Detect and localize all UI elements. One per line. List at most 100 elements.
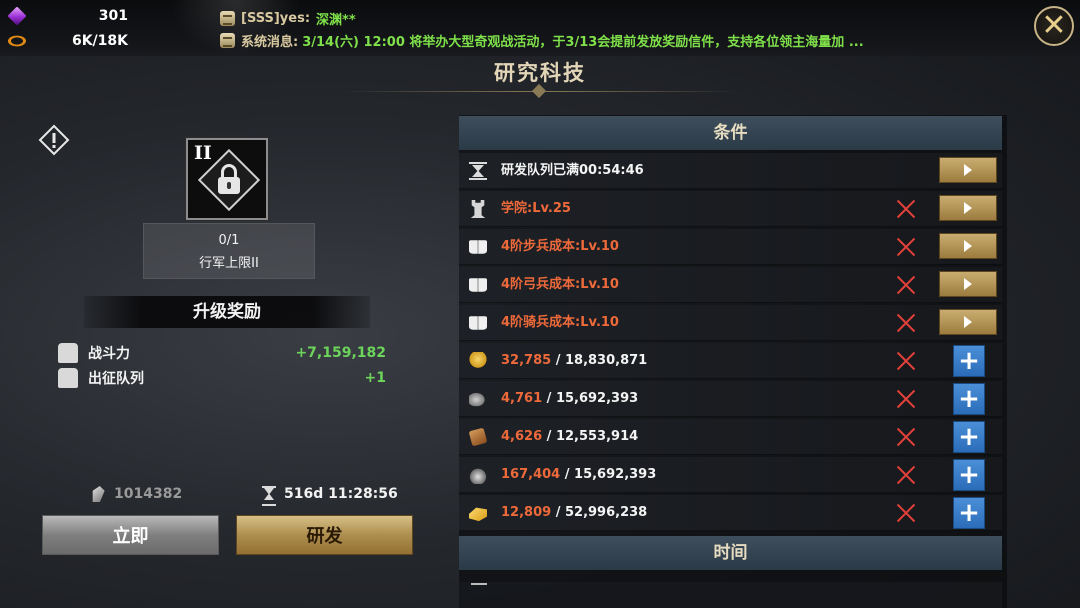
go-button[interactable]	[939, 233, 997, 259]
go-button[interactable]	[939, 157, 997, 183]
condition-label: 研发队列已满00:54:46	[501, 163, 644, 178]
wood-icon	[468, 427, 488, 447]
resource-have: 167,404	[501, 467, 561, 482]
conditions-header: 条件	[459, 116, 1002, 150]
instant-button[interactable]: 立即	[42, 515, 219, 555]
condition-row: 4阶骑兵成本:Lv.10	[459, 305, 1002, 341]
condition-text: 167,404 / 15,692,393	[501, 457, 656, 493]
chat-scroll-icon	[220, 10, 235, 26]
resource-need: 18,830,871	[564, 353, 648, 368]
reward-power: 战斗力 +7,159,182	[58, 342, 386, 364]
resource-separator: /	[551, 353, 565, 368]
add-resource-button[interactable]: +	[953, 345, 985, 377]
resource-separator: /	[542, 429, 556, 444]
close-icon: ✕	[1041, 8, 1067, 43]
tech-progress: 0/1	[218, 233, 240, 248]
book-icon	[469, 316, 487, 330]
arrow-right-icon	[964, 202, 972, 214]
go-button[interactable]	[939, 195, 997, 221]
close-button[interactable]: ✕	[1034, 6, 1074, 46]
tech-tier: II	[194, 142, 212, 164]
resource-have: 32,785	[501, 353, 552, 368]
hourglass-icon	[471, 583, 487, 589]
lock-keyhole	[227, 182, 231, 189]
resource-have: 12,809	[501, 505, 552, 520]
chat-message[interactable]: [SSS]yes: 深渊**	[220, 8, 356, 28]
book-icon	[469, 278, 487, 292]
resource-need: 12,553,914	[555, 429, 639, 444]
hourglass-icon	[262, 486, 276, 506]
add-resource-button[interactable]: +	[953, 459, 985, 491]
research-button[interactable]: 研发	[236, 515, 413, 555]
reward-march-queue: 出征队列 +1	[58, 367, 386, 389]
stone-cost: 1014382	[114, 486, 183, 502]
unmet-cross-icon	[894, 501, 918, 525]
resource-need: 52,996,238	[564, 505, 648, 520]
condition-text: 研发队列已满00:54:46	[501, 153, 644, 189]
gold-march-count: 6K/18K	[71, 33, 128, 49]
condition-row: 12,809 / 52,996,238 +	[459, 495, 1002, 531]
add-resource-button[interactable]: +	[953, 497, 985, 529]
unmet-cross-icon	[894, 349, 918, 373]
resource-need: 15,692,393	[555, 391, 639, 406]
condition-label: 4阶弓兵成本:Lv.10	[501, 277, 619, 292]
unmet-cross-icon	[894, 425, 918, 449]
condition-row: 167,404 / 15,692,393 +	[459, 457, 1002, 493]
condition-row: 32,785 / 18,830,871 +	[459, 343, 1002, 379]
arrow-right-icon	[964, 316, 972, 328]
top-bar: 301 6K/18K [SSS]yes: 深渊** 系统消息: 3/14(六) …	[0, 0, 1080, 56]
condition-label: 学院:Lv.25	[501, 201, 571, 216]
tech-icon-frame[interactable]: II	[186, 138, 268, 220]
system-label: 系统消息:	[241, 34, 299, 50]
instant-cost: 1014382	[92, 484, 182, 504]
unmet-cross-icon	[894, 197, 918, 221]
stone-icon	[90, 486, 105, 502]
hourglass-icon	[469, 162, 487, 180]
condition-text: 4阶步兵成本:Lv.10	[501, 229, 619, 265]
reward-label: 出征队列	[88, 371, 144, 387]
resource-have: 4,761	[501, 391, 543, 406]
tower-icon	[470, 200, 486, 218]
condition-label: 4阶骑兵成本:Lv.10	[501, 315, 619, 330]
ore-icon	[469, 391, 487, 407]
warning-icon[interactable]	[38, 124, 70, 156]
condition-text: 学院:Lv.25	[501, 191, 571, 227]
add-resource-button[interactable]: +	[953, 383, 985, 415]
resource-separator: /	[560, 467, 575, 482]
condition-label: 4阶步兵成本:Lv.10	[501, 239, 619, 254]
research-time: 516d 11:28:56	[262, 484, 398, 506]
condition-text: 4阶骑兵成本:Lv.10	[501, 305, 619, 341]
condition-row: 4,761 / 15,692,393 +	[459, 381, 1002, 417]
unmet-cross-icon	[894, 273, 918, 297]
reward-value: +7,159,182	[295, 345, 386, 361]
unmet-cross-icon	[894, 311, 918, 335]
go-button[interactable]	[939, 271, 997, 297]
reward-value: +1	[364, 370, 386, 386]
gold-march-counter[interactable]: 6K/18K	[5, 30, 128, 52]
resource-need: 15,692,393	[574, 467, 657, 482]
condition-row: 4阶弓兵成本:Lv.10	[459, 267, 1002, 303]
add-resource-button[interactable]: +	[953, 421, 985, 453]
tech-name: 行军上限II	[199, 256, 259, 271]
condition-row: 4阶步兵成本:Lv.10	[459, 229, 1002, 265]
reward-label: 战斗力	[88, 346, 130, 362]
go-button[interactable]	[939, 309, 997, 335]
orange-ring-icon	[5, 34, 29, 48]
system-message[interactable]: 系统消息: 3/14(六) 12:00 将举办大型奇观战活动，于3/13会提前发…	[220, 30, 864, 50]
arrow-right-icon	[964, 278, 972, 290]
soldier-icon	[58, 368, 78, 388]
condition-text: 32,785 / 18,830,871	[501, 343, 647, 379]
resource-separator: /	[542, 391, 556, 406]
resource-have: 4,626	[501, 429, 543, 444]
wheat-icon	[469, 352, 487, 370]
time-row	[459, 582, 1002, 608]
chat-sender: [SSS]yes:	[241, 10, 311, 26]
condition-text: 4,626 / 12,553,914	[501, 419, 638, 455]
research-screen: 301 6K/18K [SSS]yes: 深渊** 系统消息: 3/14(六) …	[0, 0, 1080, 608]
condition-row: 4,626 / 12,553,914 +	[459, 419, 1002, 455]
chat-text: 深渊**	[316, 12, 356, 28]
fist-icon	[58, 343, 78, 363]
title-bar: 研究科技	[300, 56, 780, 99]
unmet-cross-icon	[894, 235, 918, 259]
gem-counter[interactable]: 301	[7, 5, 128, 27]
